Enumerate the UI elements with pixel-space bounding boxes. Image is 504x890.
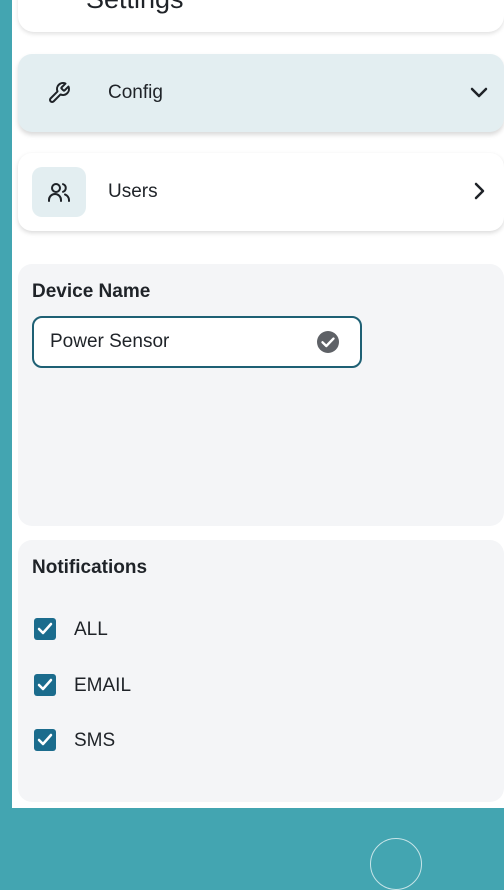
config-label: Config: [108, 82, 163, 103]
device-name-input[interactable]: [50, 330, 310, 354]
checkbox-all[interactable]: [34, 618, 56, 640]
option-label-email: EMAIL: [74, 675, 132, 696]
settings-panel: Settings Config: [12, 0, 504, 808]
app-header: Settings: [18, 0, 504, 32]
checkbox-sms[interactable]: [34, 729, 56, 751]
device-name-field[interactable]: [32, 316, 362, 368]
notifications-label: Notifications: [32, 557, 148, 578]
check-circle-icon: [316, 330, 340, 359]
users-icon-box: [32, 167, 86, 217]
notifications-section: Notifications ALL EMAIL SMS: [18, 540, 504, 802]
checkbox-email[interactable]: [34, 674, 56, 696]
page-title: Settings: [86, 0, 184, 14]
checkmark-icon: [37, 622, 53, 635]
chevron-down-icon[interactable]: [468, 81, 490, 103]
device-name-section: Device Name: [18, 264, 504, 526]
option-label-all: ALL: [74, 619, 108, 640]
config-icon-box: [32, 68, 86, 118]
chevron-right-icon[interactable]: [468, 180, 490, 202]
users-row[interactable]: Users: [18, 153, 504, 231]
floating-circle-button[interactable]: [370, 838, 422, 890]
config-row[interactable]: Config: [18, 54, 504, 132]
device-name-label: Device Name: [32, 281, 151, 302]
checkmark-icon: [37, 733, 53, 746]
checkmark-icon: [37, 678, 53, 691]
option-label-sms: SMS: [74, 730, 116, 751]
users-label: Users: [108, 181, 158, 202]
